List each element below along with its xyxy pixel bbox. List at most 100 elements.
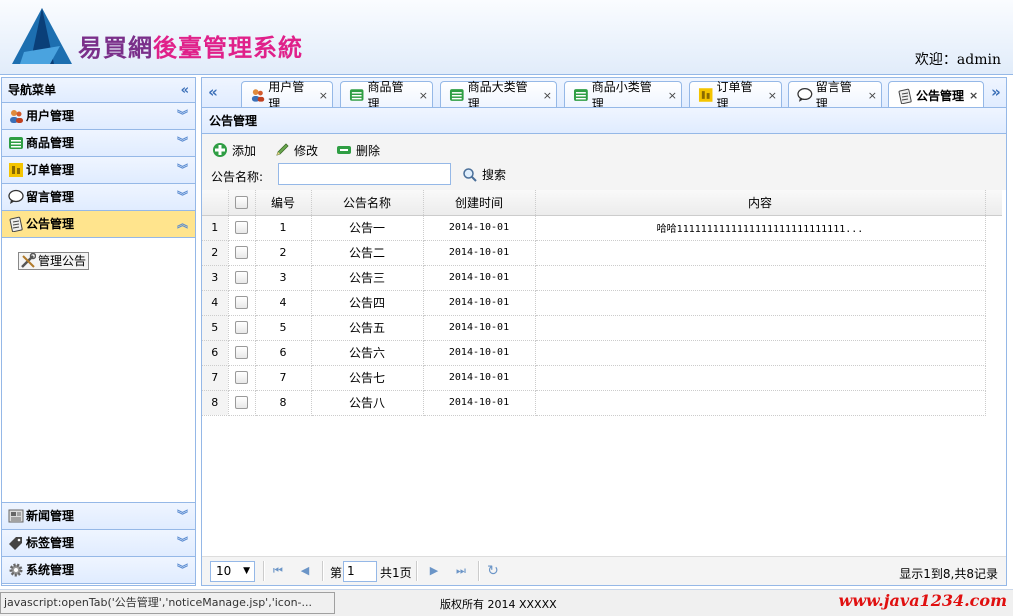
close-icon[interactable]: × — [969, 89, 978, 102]
table-row[interactable]: 4 4 公告四 2014-10-01 — [202, 290, 1002, 316]
prev-page-icon[interactable]: ◀ — [297, 563, 313, 579]
chevron-down-icon[interactable]: ︾ — [177, 184, 188, 210]
close-icon[interactable]: × — [419, 89, 428, 102]
sidebar-item-label: 标签管理 — [26, 536, 75, 550]
row-checkbox-cell — [228, 290, 256, 316]
table-row[interactable]: 8 8 公告八 2014-10-01 — [202, 390, 1002, 416]
tab-products[interactable]: 商品管理 × — [340, 80, 433, 111]
chevron-down-icon[interactable]: ︾ — [177, 157, 188, 183]
search-label: 公告名称: — [211, 170, 264, 184]
pager-separator — [416, 561, 418, 581]
chevron-up-icon[interactable]: ︽ — [177, 211, 188, 237]
table-row[interactable]: 7 7 公告七 2014-10-01 — [202, 365, 1002, 391]
table-row[interactable]: 3 3 公告三 2014-10-01 — [202, 265, 1002, 291]
cell-content: 哈哈1111111111111111111111111111... — [535, 215, 986, 241]
cell-content — [535, 315, 986, 341]
delete-button[interactable]: 删除 — [336, 140, 380, 160]
column-header-id[interactable]: 编号 — [255, 190, 312, 216]
sidebar-item-orders[interactable]: 订单管理 ︾ — [2, 157, 195, 184]
tab-messages[interactable]: 留言管理 × — [788, 80, 882, 111]
edit-button[interactable]: 修改 — [274, 140, 318, 160]
sidebar-item-tags[interactable]: 标签管理 ︾ — [2, 530, 195, 557]
page-number-input[interactable]: 1 — [343, 561, 377, 582]
row-checkbox-cell — [228, 240, 256, 266]
sidebar-item-notices[interactable]: 公告管理 ︽ — [2, 211, 195, 238]
cell-date: 2014-10-01 — [423, 290, 536, 316]
row-checkbox[interactable] — [235, 371, 248, 385]
close-icon[interactable]: × — [868, 89, 877, 102]
row-number: 2 — [202, 240, 229, 266]
close-icon[interactable]: × — [768, 89, 777, 102]
chevron-down-icon[interactable]: ︾ — [177, 103, 188, 129]
first-page-icon[interactable]: ⏮ — [270, 563, 286, 579]
tab-product-categories[interactable]: 商品大类管理 × — [440, 80, 557, 111]
row-number: 8 — [202, 390, 229, 416]
select-all-checkbox[interactable] — [235, 196, 248, 210]
order-icon — [9, 163, 23, 177]
sidebar-title-text: 导航菜单 — [8, 83, 57, 97]
sidebar-item-label: 商品管理 — [26, 136, 75, 150]
row-checkbox[interactable] — [235, 246, 248, 260]
page-size-select[interactable]: 10 ▼ — [210, 561, 255, 582]
search-button[interactable]: 搜索 — [462, 166, 506, 183]
close-icon[interactable]: × — [543, 89, 552, 102]
app-header: 易買網後臺管理系統 欢迎：admin — [0, 0, 1013, 75]
tab-product-subcategories[interactable]: 商品小类管理 × — [564, 80, 682, 111]
sidebar-item-label: 新闻管理 — [26, 509, 75, 523]
refresh-icon[interactable]: ↻ — [485, 563, 501, 579]
app-title-part1: 易買網 — [78, 33, 153, 62]
list-icon — [449, 89, 464, 101]
tab-users[interactable]: 用户管理 × — [241, 80, 333, 111]
cell-content — [535, 265, 986, 291]
sidebar-item-users[interactable]: 用户管理 ︾ — [2, 103, 195, 130]
sidebar-item-label: 留言管理 — [26, 190, 75, 204]
cell-spacer — [985, 340, 1002, 365]
sidebar-item-news[interactable]: 新闻管理 ︾ — [2, 503, 195, 530]
chevron-down-icon[interactable]: ︾ — [177, 503, 188, 529]
add-button[interactable]: 添加 — [212, 140, 256, 160]
tab-scroll-left-icon[interactable]: « — [204, 80, 222, 106]
table-row[interactable]: 6 6 公告六 2014-10-01 — [202, 340, 1002, 366]
logo-icon — [12, 8, 72, 64]
row-checkbox[interactable] — [235, 346, 248, 360]
tree-node-manage-notices[interactable]: 管理公告 — [18, 252, 90, 270]
table-row[interactable]: 1 1 公告一 2014-10-01 哈哈11111111111111111111111… — [202, 215, 1002, 241]
sidebar-item-messages[interactable]: 留言管理 ︾ — [2, 184, 195, 211]
news-icon — [8, 509, 24, 523]
tab-scroll-right-icon[interactable]: » — [987, 80, 1005, 106]
chevron-down-icon[interactable]: ︾ — [177, 557, 188, 583]
sidebar-item-system[interactable]: 系统管理 ︾ — [2, 557, 195, 584]
pager-separator — [263, 561, 265, 581]
notices-grid: 编号 公告名称 创建时间 内容 1 1 公告一 2014-10-01 哈哈1111111… — [202, 190, 1006, 556]
table-row[interactable]: 2 2 公告二 2014-10-01 — [202, 240, 1002, 266]
page-prefix-label: 第 — [330, 566, 343, 580]
cell-name: 公告八 — [311, 390, 424, 416]
row-checkbox[interactable] — [235, 396, 248, 410]
sidebar-item-products[interactable]: 商品管理 ︾ — [2, 130, 195, 157]
tab-notices[interactable]: 公告管理 × — [888, 81, 984, 109]
next-page-icon[interactable]: ▶ — [426, 563, 442, 579]
row-checkbox[interactable] — [235, 221, 248, 235]
column-header-name[interactable]: 公告名称 — [311, 190, 424, 216]
chevron-down-icon[interactable]: ︾ — [177, 130, 188, 156]
column-header-date[interactable]: 创建时间 — [423, 190, 536, 216]
column-header-content[interactable]: 内容 — [535, 190, 986, 216]
double-left-chevron-icon[interactable]: « — [181, 78, 189, 103]
cell-id: 2 — [255, 240, 312, 266]
pager-separator — [478, 561, 480, 581]
add-button-label: 添加 — [232, 143, 257, 158]
row-checkbox[interactable] — [235, 271, 248, 285]
cell-name: 公告六 — [311, 340, 424, 366]
chevron-down-icon[interactable]: ︾ — [177, 530, 188, 556]
row-checkbox[interactable] — [235, 296, 248, 310]
last-page-icon[interactable]: ⏭ — [453, 563, 469, 579]
add-icon — [213, 143, 227, 157]
close-icon[interactable]: × — [668, 89, 677, 102]
cell-date: 2014-10-01 — [423, 340, 536, 366]
close-icon[interactable]: × — [319, 89, 328, 102]
table-row[interactable]: 5 5 公告五 2014-10-01 — [202, 315, 1002, 341]
tab-orders[interactable]: 订单管理 × — [689, 80, 782, 111]
row-checkbox-cell — [228, 315, 256, 341]
notice-name-search-input[interactable] — [278, 163, 451, 185]
row-checkbox[interactable] — [235, 321, 248, 335]
